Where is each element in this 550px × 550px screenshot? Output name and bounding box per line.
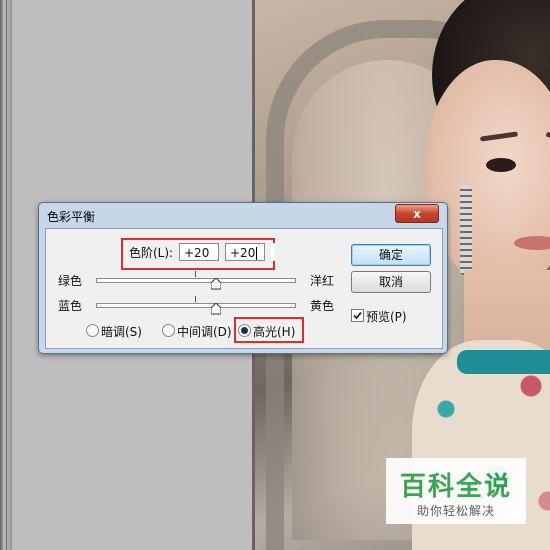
preview-label: 预览(P) (366, 310, 407, 324)
cancel-button[interactable]: 取消 (351, 271, 431, 293)
slider1-center-tick (195, 271, 196, 277)
photo-eye (486, 158, 516, 172)
preview-checkbox[interactable] (351, 309, 364, 322)
slider2-track[interactable] (96, 303, 296, 308)
radio-selected-dot (241, 327, 248, 334)
text-caret (256, 247, 258, 260)
slider2-right-label: 黄色 (310, 299, 335, 313)
slider1-thumb[interactable] (211, 278, 221, 290)
watermark-title: 百科全说 (399, 472, 512, 502)
levels-field-3[interactable] (271, 243, 275, 261)
levels-label: 色阶(L): (129, 246, 174, 260)
slider1-right-label: 洋红 (310, 274, 335, 288)
radio-shadows-label: 暗调(S) (101, 325, 142, 339)
radio-highlights[interactable] (238, 324, 251, 337)
radio-midtones-label: 中间调(D) (177, 325, 232, 339)
color-balance-dialog: 色彩平衡 x 色阶(L): +20 +20 确定 取消 绿色 洋红 蓝色 黄色 … (38, 202, 448, 354)
dialog-titlebar[interactable]: 色彩平衡 x (39, 203, 447, 227)
panel-edge[interactable] (0, 0, 12, 550)
slider1-left-label: 绿色 (58, 274, 83, 288)
close-button[interactable]: x (395, 204, 439, 223)
levels-value-2: +20 (230, 246, 256, 260)
ok-button[interactable]: 确定 (351, 244, 431, 266)
dialog-body: 色阶(L): +20 +20 确定 取消 绿色 洋红 蓝色 黄色 预览(P) 暗… (45, 228, 443, 349)
radio-highlights-label: 高光(H) (253, 325, 296, 339)
slider2-center-tick (195, 296, 196, 302)
slider1-track[interactable] (96, 278, 296, 283)
photo-earring (460, 185, 472, 275)
slider2-thumb[interactable] (211, 303, 221, 315)
check-icon (353, 311, 362, 320)
levels-field-2[interactable]: +20 (225, 243, 265, 261)
dialog-title: 色彩平衡 (47, 210, 96, 224)
levels-field-1[interactable]: +20 (179, 243, 219, 261)
radio-shadows[interactable] (86, 324, 99, 337)
photo-collar (457, 350, 550, 374)
slider2-left-label: 蓝色 (58, 299, 83, 313)
levels-value-1: +20 (184, 246, 210, 260)
watermark-subtitle: 助你轻松解决 (416, 504, 495, 518)
watermark-logo: 百科全说 助你轻松解决 (386, 458, 526, 524)
radio-midtones[interactable] (162, 324, 175, 337)
close-icon: x (413, 206, 421, 221)
